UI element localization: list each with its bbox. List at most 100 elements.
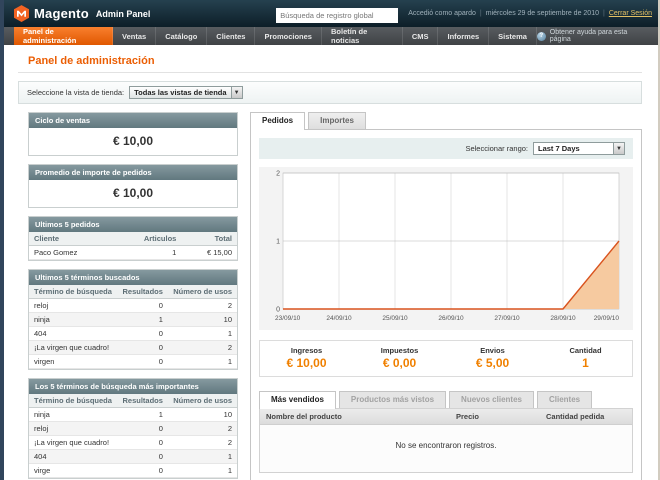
tab-mas-vendidos[interactable]: Más vendidos	[259, 391, 336, 409]
svg-text:23/09/10: 23/09/10	[275, 315, 301, 322]
total-value: € 0,00	[353, 356, 446, 370]
report-tabs: Más vendidosProductos más vistosNuevos c…	[259, 391, 633, 408]
page-left-border	[0, 0, 4, 480]
column-header-termino-de-busqueda: Término de búsqueda	[29, 394, 117, 408]
last-orders-table: ClienteArticulosTotalPaco Gomez1€ 15,00	[29, 232, 237, 260]
table-row: virge01	[29, 464, 237, 478]
svg-text:0: 0	[276, 307, 280, 314]
table-row: ninja110	[29, 313, 237, 327]
nav-item-ventas[interactable]: Ventas	[113, 27, 156, 45]
orders-chart-container: 01223/09/1024/09/1025/09/1026/09/1027/09…	[259, 167, 633, 330]
store-view-select[interactable]: Todas las vistas de tienda ▼	[129, 86, 242, 99]
orders-area-chart: 01223/09/1024/09/1025/09/1026/09/1027/09…	[259, 167, 627, 325]
cell-value: 1	[114, 246, 182, 260]
cell-term: ¡La virgen que cuadro!	[29, 436, 117, 450]
top-search-terms-table: Término de búsquedaResultadosNúmero de u…	[29, 394, 237, 478]
last-search-terms-box: Ultimos 5 términos buscados Término de b…	[28, 269, 238, 370]
table-header-row: ClienteArticulosTotal	[29, 232, 237, 246]
bestsellers-grid: Nombre del productoPrecioCantidad pedida…	[259, 408, 633, 473]
cell-value: 0	[117, 341, 168, 355]
cell-value: € 15,00	[181, 246, 237, 260]
last-search-terms-title: Ultimos 5 términos buscados	[29, 270, 237, 285]
help-label: Obtener ayuda para esta página	[550, 29, 648, 43]
logged-in-as: Accedió como apardo	[408, 10, 476, 17]
nav-item-clientes[interactable]: Clientes	[207, 27, 255, 45]
dropdown-arrow-icon: ▼	[231, 87, 242, 98]
cell-term: ninja	[29, 408, 117, 422]
range-select[interactable]: Last 7 Days ▼	[533, 142, 625, 155]
nav-item-informes[interactable]: Informes	[438, 27, 489, 45]
svg-text:26/09/10: 26/09/10	[438, 315, 464, 322]
nav-item-sistema[interactable]: Sistema	[489, 27, 537, 45]
range-label: Seleccionar rango:	[465, 144, 528, 153]
table-row: 40401	[29, 450, 237, 464]
cell-value: 0	[117, 422, 168, 436]
cell-value: 0	[117, 355, 168, 369]
totals-bar: Ingresos€ 10,00Impuestos€ 0,00Envios€ 5,…	[259, 340, 633, 377]
total-envios: Envios€ 5,00	[446, 346, 539, 370]
total-value: € 5,00	[446, 356, 539, 370]
separator: |	[603, 10, 605, 17]
dropdown-arrow-icon: ▼	[613, 143, 624, 154]
separator: |	[480, 10, 482, 17]
table-row: virgen01	[29, 355, 237, 369]
header-user-info: Accedió como apardo | miércoles 29 de se…	[408, 10, 652, 17]
sidebar: Ciclo de ventas € 10,00 Promedio de impo…	[28, 112, 238, 480]
last-orders-box: Ultimos 5 pedidos ClienteArticulosTotalP…	[28, 216, 238, 261]
chart-tabs: PedidosImportes	[250, 112, 642, 129]
logo-text: Magento	[34, 6, 89, 21]
cell-term: reloj	[29, 422, 117, 436]
table-row: 40401	[29, 327, 237, 341]
logout-link[interactable]: Cerrar Sesión	[609, 10, 652, 17]
tab-clientes[interactable]: Clientes	[537, 391, 592, 408]
nav-item-panel-de-administracion[interactable]: Panel de administración	[14, 27, 113, 45]
grid-empty-message: No se encontraron registros.	[260, 425, 632, 472]
tab-nuevos-clientes[interactable]: Nuevos clientes	[449, 391, 534, 408]
cell-value: 1	[168, 464, 237, 478]
tab-productos-mas-vistos[interactable]: Productos más vistos	[339, 391, 446, 408]
cell-value: 1	[168, 355, 237, 369]
cell-value: 0	[117, 464, 168, 478]
cell-value: 0	[117, 299, 168, 313]
page-title: Panel de administración	[28, 55, 642, 67]
table-row: reloj02	[29, 422, 237, 436]
nav-item-catalogo[interactable]: Catálogo	[156, 27, 207, 45]
cell-term: virgen	[29, 355, 117, 369]
cell-value: 2	[168, 341, 237, 355]
grid-column-cantidad-pedida: Cantidad pedida	[540, 409, 632, 424]
cell-value: 2	[168, 422, 237, 436]
top-search-terms-title: Los 5 términos de búsqueda más important…	[29, 379, 237, 394]
header-date: miércoles 29 de septiembre de 2010	[486, 10, 599, 17]
table-row: ¡La virgen que cuadro!02	[29, 341, 237, 355]
cell-value: 0	[117, 327, 168, 341]
cell-term: ¡La virgen que cuadro!	[29, 341, 117, 355]
last-search-terms-table: Término de búsquedaResultadosNúmero de u…	[29, 285, 237, 369]
svg-text:29/09/10: 29/09/10	[594, 315, 620, 322]
column-header-articulos: Articulos	[114, 232, 182, 246]
cell-term: ninja	[29, 313, 117, 327]
svg-text:1: 1	[276, 239, 280, 246]
cell-value: 1	[168, 450, 237, 464]
tab-importes[interactable]: Importes	[308, 112, 366, 129]
help-link[interactable]: ? Obtener ayuda para esta página	[537, 27, 660, 45]
range-bar: Seleccionar rango: Last 7 Days ▼	[259, 138, 633, 159]
cell-term: 404	[29, 327, 117, 341]
tab-pedidos[interactable]: Pedidos	[250, 112, 305, 130]
total-value: 1	[539, 356, 632, 370]
help-icon: ?	[537, 32, 546, 41]
global-search-input[interactable]	[276, 8, 398, 23]
lifetime-sales-box: Ciclo de ventas € 10,00	[28, 112, 238, 156]
lifetime-sales-title: Ciclo de ventas	[29, 113, 237, 128]
nav-item-boletin-de-noticias[interactable]: Boletín de noticias	[322, 27, 403, 45]
column-header-numero-de-usos: Número de usos	[168, 394, 237, 408]
magento-logo-icon	[14, 5, 29, 22]
nav-item-promociones[interactable]: Promociones	[255, 27, 322, 45]
table-row: ¡La virgen que cuadro!02	[29, 436, 237, 450]
store-view-value: Todas las vistas de tienda	[130, 88, 230, 97]
content-area: Panel de administración Seleccione la vi…	[0, 45, 660, 480]
cell-value: 2	[168, 299, 237, 313]
cell-value: 1	[168, 327, 237, 341]
dashboard-main: PedidosImportes Seleccionar rango: Last …	[250, 112, 642, 480]
svg-text:25/09/10: 25/09/10	[382, 315, 408, 322]
nav-item-cms[interactable]: CMS	[403, 27, 439, 45]
